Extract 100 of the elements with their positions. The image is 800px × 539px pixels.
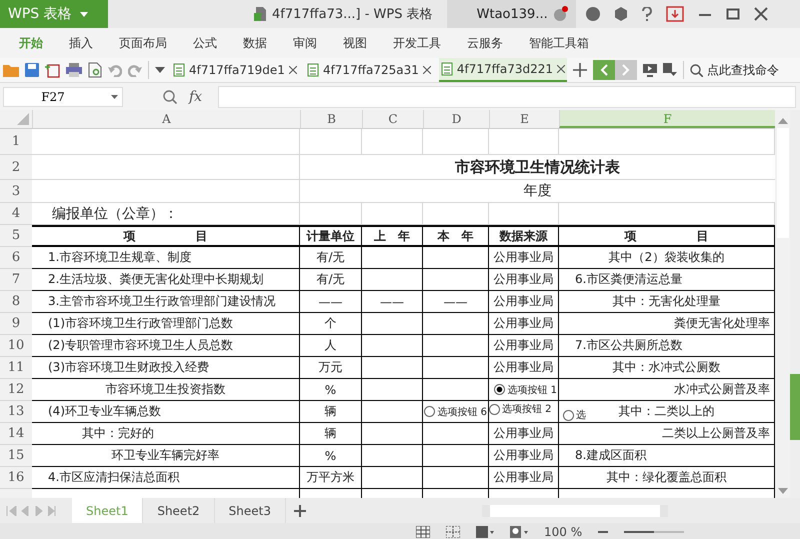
empty-cell[interactable] [362, 467, 423, 489]
function-button[interactable]: fx [189, 89, 202, 105]
menu-tab[interactable]: 云服务 [454, 28, 516, 58]
empty-cell[interactable] [423, 269, 489, 291]
empty-cell[interactable] [423, 357, 489, 379]
name-box[interactable]: F27 [3, 87, 123, 107]
close-icon[interactable] [754, 7, 768, 21]
zoom-icon[interactable] [163, 90, 177, 104]
row-header[interactable]: 6 [0, 247, 32, 269]
maximize-icon[interactable] [726, 7, 740, 21]
empty-cell[interactable] [423, 423, 489, 445]
close-icon[interactable] [557, 65, 566, 73]
row-header[interactable]: 3 [0, 180, 32, 203]
hexagon-icon[interactable] [614, 7, 628, 21]
menu-tab[interactable]: 审阅 [280, 28, 330, 58]
empty-cell[interactable] [362, 401, 423, 423]
search-field[interactable]: 点此查找命令 [707, 63, 800, 77]
empty-cell[interactable] [362, 357, 423, 379]
row-header[interactable]: 2 [0, 155, 32, 180]
grid-cell[interactable]: 选项按钮 2 [489, 401, 559, 423]
app-menu-button[interactable]: WPS 表格 [0, 0, 108, 28]
empty-cell[interactable] [423, 335, 489, 357]
zoom-out-icon[interactable] [598, 530, 608, 534]
row-header[interactable]: 4 [0, 203, 32, 225]
caret-icon[interactable] [111, 95, 118, 99]
row-header[interactable]: 10 [0, 335, 32, 357]
normal-view-icon[interactable] [416, 526, 430, 538]
empty-cell[interactable] [362, 379, 423, 401]
empty-cell[interactable] [423, 467, 489, 489]
menu-tab[interactable]: 公式 [180, 28, 230, 58]
menu-tab[interactable]: 页面布局 [106, 28, 180, 58]
empty-cell[interactable] [362, 247, 423, 269]
menu-tab[interactable]: 视图 [330, 28, 380, 58]
row-header[interactable]: 11 [0, 357, 32, 379]
menu-tab[interactable]: 智能工具箱 [516, 28, 602, 58]
row-header[interactable]: 5 [0, 225, 32, 247]
table-cell: 3.主管市容环境卫生行政管理部门建设情况 [32, 291, 300, 313]
grid-cell[interactable]: 选 其中：二类以上的 [559, 401, 775, 423]
close-icon[interactable] [288, 66, 297, 74]
plus-icon[interactable] [573, 63, 588, 77]
print-icon[interactable] [66, 63, 82, 77]
grid-cell[interactable]: 选项按钮 1 [489, 379, 559, 401]
plus-icon[interactable] [294, 504, 306, 516]
chevron-right-icon [622, 64, 630, 76]
page-break-view-icon[interactable] [446, 526, 460, 538]
document-tab[interactable]: 4f717ffa725a31 [304, 58, 433, 82]
vertical-scrollbar[interactable] [775, 110, 790, 498]
document-tab[interactable]: 4f717ffa73d221 [438, 58, 568, 82]
radio-button[interactable]: 选项按钮 2 [489, 402, 552, 416]
menu-tab[interactable]: 开发工具 [380, 28, 454, 58]
column-header[interactable]: A [32, 110, 300, 128]
user-account-button[interactable]: Wtao139... [446, 0, 576, 28]
table-cell: 万元 [300, 357, 362, 379]
row-header[interactable]: 12 [0, 379, 32, 401]
scrollbar-thumb[interactable] [776, 128, 788, 238]
document-icon [254, 7, 266, 21]
grid-cell[interactable]: 选项按钮 6 [423, 401, 489, 423]
caret-icon[interactable] [155, 67, 165, 73]
save-icon[interactable] [25, 63, 39, 77]
scroll-down-icon[interactable] [778, 488, 788, 494]
empty-cell[interactable] [423, 445, 489, 467]
radio-button[interactable]: 选项按钮 1 [494, 382, 557, 396]
dropdown-box-icon[interactable] [663, 63, 678, 77]
row-header[interactable]: 9 [0, 313, 32, 335]
monitor-icon[interactable] [643, 63, 658, 77]
scroll-up-icon[interactable] [778, 118, 788, 124]
row-header[interactable]: 1 [0, 129, 32, 155]
empty-cell[interactable] [423, 379, 489, 401]
formula-field[interactable] [218, 86, 796, 108]
column-header[interactable]: C [362, 110, 423, 128]
radio-button[interactable]: 选 [563, 408, 586, 422]
help-icon[interactable] [642, 7, 652, 21]
download-icon[interactable] [666, 6, 684, 22]
table-cell: 有/无 [300, 269, 362, 291]
row-header[interactable]: 14 [0, 423, 32, 445]
empty-cell[interactable] [423, 313, 489, 335]
row-header[interactable]: 8 [0, 291, 32, 313]
empty-cell[interactable] [362, 335, 423, 357]
empty-cell[interactable] [362, 269, 423, 291]
previous-button[interactable] [593, 60, 616, 80]
row-header[interactable]: 7 [0, 269, 32, 291]
menu-tab[interactable]: 数据 [230, 28, 280, 58]
freeze-panes-icon[interactable] [476, 526, 494, 538]
empty-cell[interactable] [362, 423, 423, 445]
print-preview-icon[interactable] [88, 62, 102, 78]
column-heading: 数据来源 [489, 225, 559, 247]
empty-cell[interactable] [423, 247, 489, 269]
column-header[interactable]: B [300, 110, 362, 128]
close-icon[interactable] [422, 66, 431, 74]
empty-cell[interactable] [362, 313, 423, 335]
table-cell: 公用事业局 [489, 291, 559, 313]
export-icon[interactable] [45, 62, 60, 78]
row-header[interactable]: 15 [0, 445, 32, 467]
document-tab[interactable]: 4f717ffa719de1 [171, 58, 299, 82]
radio-button[interactable]: 选项按钮 6 [424, 404, 487, 418]
empty-cell[interactable] [362, 445, 423, 467]
row-header[interactable]: 13 [0, 401, 32, 423]
menu-tab[interactable]: 插入 [56, 28, 106, 58]
row-header[interactable]: 16 [0, 467, 32, 489]
column-header[interactable]: D [423, 110, 489, 128]
